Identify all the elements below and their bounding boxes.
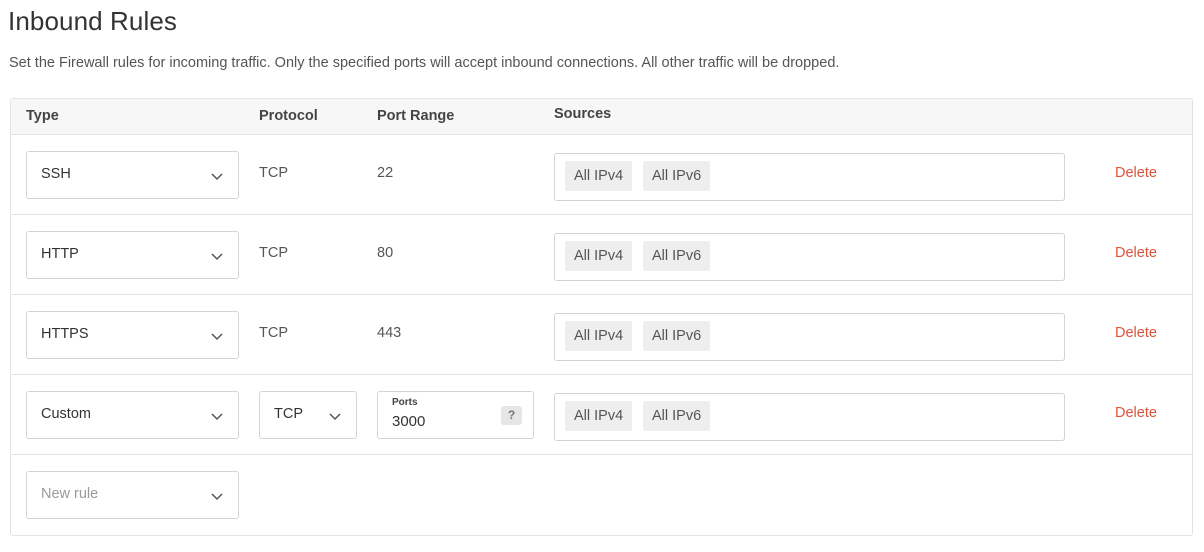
ports-input[interactable]: Ports 3000 ? (377, 391, 534, 439)
source-tag-ipv6[interactable]: All IPv6 (643, 401, 711, 431)
chevron-down-icon (211, 413, 223, 421)
sources-input[interactable]: All IPv4 All IPv6 (554, 313, 1065, 361)
port-range-value: 443 (377, 325, 402, 341)
source-tag-ipv4[interactable]: All IPv4 (565, 321, 633, 351)
chevron-down-icon (211, 253, 223, 261)
chevron-down-icon (211, 173, 223, 181)
rule-type-value: HTTPS (41, 326, 89, 342)
column-header-sources: Sources (554, 106, 612, 122)
source-tag-ipv4[interactable]: All IPv4 (565, 241, 633, 271)
new-rule-row: New rule (11, 455, 1192, 535)
protocol-value: TCP (274, 406, 303, 422)
port-range-value: 80 (377, 245, 394, 261)
chevron-down-icon (211, 493, 223, 501)
table-header: Type Protocol Port Range Sources (11, 99, 1192, 135)
inbound-rules-table: Type Protocol Port Range Sources SSH TCP… (10, 98, 1193, 536)
column-header-type: Type (26, 108, 59, 124)
source-tag-ipv6[interactable]: All IPv6 (643, 241, 711, 271)
chevron-down-icon (329, 413, 341, 421)
question-icon[interactable]: ? (501, 406, 522, 425)
table-row: Custom TCP Ports 3000 ? All IPv4 All IPv… (11, 375, 1192, 455)
rule-type-value: HTTP (41, 246, 79, 262)
source-tag-ipv4[interactable]: All IPv4 (565, 161, 633, 191)
column-header-protocol: Protocol (259, 108, 318, 124)
table-row: SSH TCP 22 All IPv4 All IPv6 Delete (11, 135, 1192, 215)
column-header-port-range: Port Range (377, 108, 455, 124)
source-tag-ipv6[interactable]: All IPv6 (643, 321, 711, 351)
protocol-select[interactable]: TCP (259, 391, 357, 439)
protocol-value: TCP (259, 325, 288, 341)
rule-type-select[interactable]: Custom (26, 391, 239, 439)
port-range-value: 22 (377, 165, 394, 181)
new-rule-select[interactable]: New rule (26, 471, 239, 519)
source-tag-ipv4[interactable]: All IPv4 (565, 401, 633, 431)
table-row: HTTP TCP 80 All IPv4 All IPv6 Delete (11, 215, 1192, 295)
source-tag-ipv6[interactable]: All IPv6 (643, 161, 711, 191)
table-row: HTTPS TCP 443 All IPv4 All IPv6 Delete (11, 295, 1192, 375)
rule-type-select[interactable]: HTTPS (26, 311, 239, 359)
rule-type-select[interactable]: SSH (26, 151, 239, 199)
chevron-down-icon (211, 333, 223, 341)
rule-type-value: SSH (41, 166, 71, 182)
delete-rule-button[interactable]: Delete (1115, 325, 1157, 341)
ports-value[interactable]: 3000 (392, 413, 425, 430)
delete-rule-button[interactable]: Delete (1115, 405, 1157, 421)
ports-label: Ports (392, 397, 418, 408)
sources-input[interactable]: All IPv4 All IPv6 (554, 393, 1065, 441)
sources-input[interactable]: All IPv4 All IPv6 (554, 233, 1065, 281)
page-description: Set the Firewall rules for incoming traf… (9, 55, 840, 71)
protocol-value: TCP (259, 165, 288, 181)
sources-input[interactable]: All IPv4 All IPv6 (554, 153, 1065, 201)
delete-rule-button[interactable]: Delete (1115, 245, 1157, 261)
new-rule-placeholder: New rule (41, 486, 99, 502)
delete-rule-button[interactable]: Delete (1115, 165, 1157, 181)
rule-type-value: Custom (41, 406, 91, 422)
page-title: Inbound Rules (8, 6, 177, 36)
protocol-value: TCP (259, 245, 288, 261)
inbound-rules-page: Inbound Rules Set the Firewall rules for… (0, 0, 1204, 552)
rule-type-select[interactable]: HTTP (26, 231, 239, 279)
